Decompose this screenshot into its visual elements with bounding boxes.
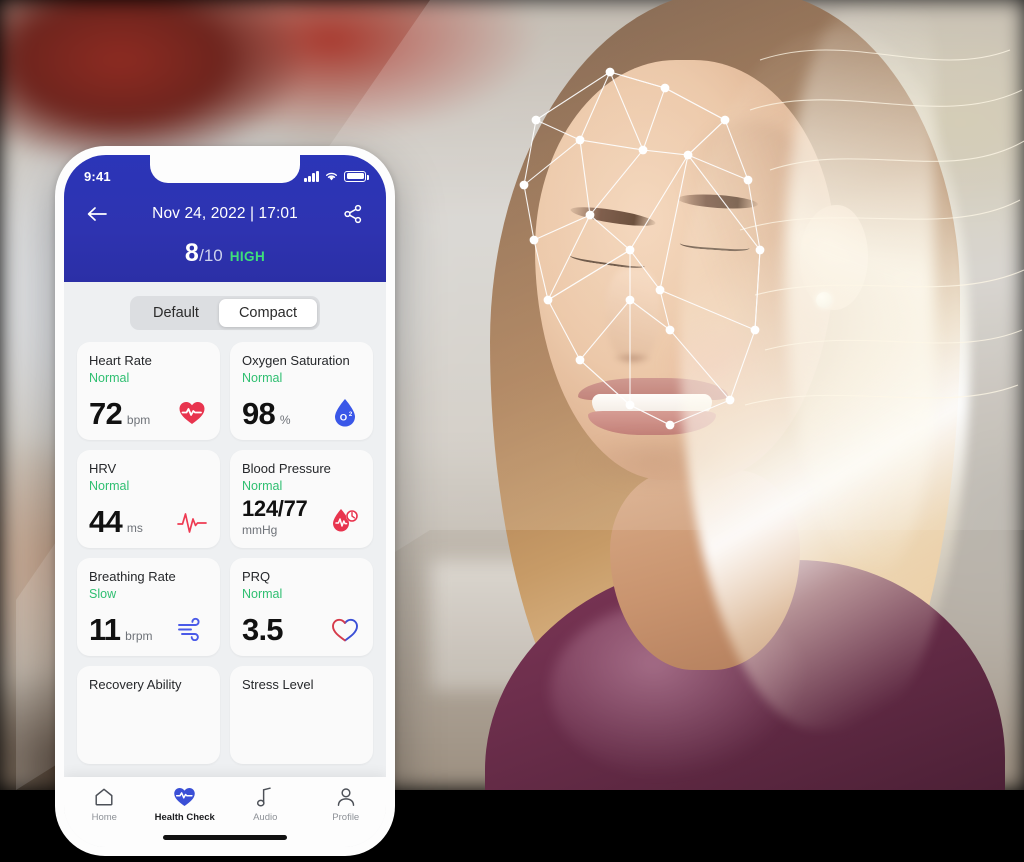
metric-status: Normal [89,370,130,385]
metric-value: 72 [89,396,123,431]
back-arrow-icon[interactable] [84,201,110,227]
metric-status: Normal [242,586,283,601]
tab-label: Home [91,812,117,823]
metrics-grid: Heart Rate Normal 72 bpm Oxygen Saturati… [64,338,386,764]
metric-title: Heart Rate [89,353,152,368]
music-note-icon [257,787,272,807]
metric-title: Recovery Ability [89,677,182,692]
status-bar-time: 9:41 [84,168,111,184]
metric-value: 98 [242,396,276,431]
status-bar-icons [304,170,369,182]
wind-icon [176,613,208,645]
metric-value: 3.5 [242,612,283,647]
tab-audio[interactable]: Audio [225,786,306,823]
metric-value: 44 [89,504,123,539]
tab-label: Profile [332,812,360,823]
metric-unit: ms [126,521,143,535]
nav-row: Nov 24, 2022 | 17:01 [64,187,386,227]
metric-value: 11 [89,612,121,647]
segment-default[interactable]: Default [133,299,219,327]
tab-label: Audio [253,812,278,823]
hrv-waveform-icon [176,505,208,537]
heart-pulse-icon [176,397,208,429]
heart-check-icon [174,787,196,807]
metric-card-recovery-ability[interactable]: Recovery Ability [77,666,220,764]
view-mode-switcher: Default Compact [64,282,386,338]
metric-title: Oxygen Saturation [242,353,350,368]
home-indicator [163,835,287,840]
metric-status: Normal [242,478,283,493]
battery-icon [344,170,369,182]
score-denominator: /10 [199,246,223,265]
metric-unit: bpm [126,413,151,427]
svg-text:O: O [340,413,347,424]
metric-card-oxygen-saturation[interactable]: Oxygen Saturation Normal 98 % O 2 [230,342,373,440]
metric-status: Normal [89,478,130,493]
tab-label: Health Check [154,812,215,823]
segment-compact[interactable]: Compact [218,299,317,327]
metric-title: HRV [89,461,117,476]
metric-card-breathing-rate[interactable]: Breathing Rate Slow 11 brpm [77,558,220,656]
page-title: Nov 24, 2022 | 17:01 [152,205,298,222]
metric-card-hrv[interactable]: HRV Normal 44 ms [77,450,220,548]
metric-title: PRQ [242,569,271,584]
segmented-control: Default Compact [130,296,320,330]
metric-value: 124/77 [242,496,308,521]
metric-unit: mmHg [242,523,278,537]
screenshot-stage: 9:41 Nov 24, 2022 | 17:01 8/10 HIGH Defa… [0,0,1024,862]
phone-notch [150,155,300,183]
metric-card-blood-pressure[interactable]: Blood Pressure Normal 124/77 mmHg [230,450,373,548]
home-icon [95,788,113,806]
metric-status: Normal [242,370,283,385]
metric-card-heart-rate[interactable]: Heart Rate Normal 72 bpm [77,342,220,440]
metric-title: Blood Pressure [242,461,331,476]
phone-mockup: 9:41 Nov 24, 2022 | 17:01 8/10 HIGH Defa… [55,146,395,856]
phone-screen: 9:41 Nov 24, 2022 | 17:01 8/10 HIGH Defa… [64,155,386,847]
tab-profile[interactable]: Profile [306,786,387,823]
tab-health-check[interactable]: Health Check [145,786,226,823]
score-value: 8 [184,239,200,267]
blood-pressure-icon [329,505,361,537]
person-icon [337,788,354,806]
metric-title: Breathing Rate [89,569,176,584]
health-score: 8/10 HIGH [64,239,386,268]
cellular-bars-icon [304,170,319,182]
metric-title: Stress Level [242,677,314,692]
metric-unit: % [279,413,291,427]
share-icon[interactable] [340,201,366,227]
metric-status: Slow [89,586,117,601]
metric-unit: brpm [125,629,153,643]
score-level-badge: HIGH [229,249,266,264]
tab-home[interactable]: Home [64,786,145,823]
prq-heart-icon [329,613,361,645]
oxygen-droplet-icon: O 2 [329,397,361,429]
wifi-icon [326,172,337,181]
metric-card-stress-level[interactable]: Stress Level [230,666,373,764]
metric-card-prq[interactable]: PRQ Normal 3.5 [230,558,373,656]
app-body: Default Compact Heart Rate Normal 72 bpm [64,282,386,847]
